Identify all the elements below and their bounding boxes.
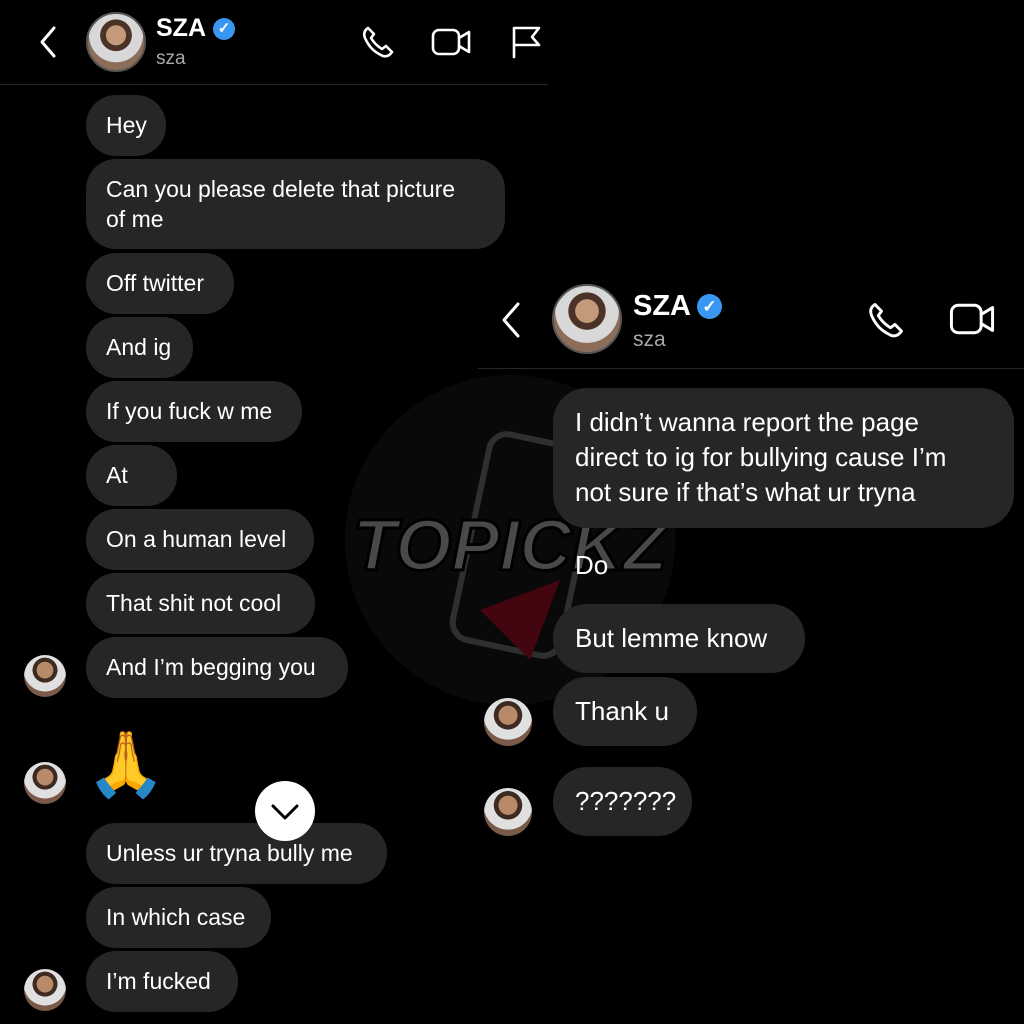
message-bubble: Do bbox=[575, 550, 609, 580]
message-bubble: Thank u bbox=[553, 677, 697, 746]
video-camera-icon[interactable] bbox=[430, 26, 472, 58]
phone-icon[interactable] bbox=[360, 24, 396, 60]
chat-header: SZA ✓ sza bbox=[0, 0, 548, 85]
contact-handle: sza bbox=[156, 48, 186, 69]
phone-icon[interactable] bbox=[866, 300, 906, 340]
praying-hands-emoji: 🙏 bbox=[86, 728, 166, 800]
avatar[interactable] bbox=[552, 284, 622, 354]
message-bubble: Hey bbox=[86, 95, 166, 156]
message-bubble: And ig bbox=[86, 317, 193, 378]
message-bubble: I didn’t wanna report the page direct to… bbox=[553, 388, 1014, 528]
contact-handle: sza bbox=[633, 328, 666, 351]
contact-name: SZA bbox=[156, 14, 206, 42]
right-chat-screenshot: SZA ✓ sza I didn’t wanna report the page… bbox=[478, 264, 1024, 864]
message-bubble: But lemme know bbox=[553, 604, 805, 673]
message-bubble: And I’m begging you bbox=[86, 637, 348, 698]
avatar bbox=[24, 969, 66, 1011]
contact-name: SZA bbox=[633, 290, 691, 322]
message-bubble: If you fuck w me bbox=[86, 381, 302, 442]
avatar bbox=[24, 762, 66, 804]
message-bubble: That shit not cool bbox=[86, 573, 315, 634]
message-bubble: At all bbox=[86, 445, 177, 549]
message-bubble: ??????? bbox=[553, 767, 692, 836]
chat-header: SZA ✓ sza bbox=[478, 264, 1024, 369]
back-chevron-icon[interactable] bbox=[498, 300, 526, 340]
message-bubble: I’m fucked bbox=[86, 951, 238, 1012]
verified-check-icon: ✓ bbox=[213, 18, 235, 40]
avatar[interactable] bbox=[86, 12, 146, 72]
message-bubble: In which case bbox=[86, 887, 271, 948]
avatar bbox=[484, 698, 532, 746]
message-bubble: Can you please delete that picture of me bbox=[86, 159, 505, 249]
video-camera-icon[interactable] bbox=[948, 300, 996, 338]
back-chevron-icon[interactable] bbox=[36, 24, 60, 60]
verified-check-icon: ✓ bbox=[697, 294, 722, 319]
chevron-down-icon bbox=[271, 804, 299, 820]
avatar bbox=[24, 655, 66, 697]
message-bubble: Unless ur tryna bully me bbox=[86, 823, 387, 884]
flag-icon[interactable] bbox=[508, 24, 544, 60]
message-bubble: Off twitter bbox=[86, 253, 234, 314]
left-chat-screenshot: SZA ✓ sza Hey Can you please delete that… bbox=[0, 0, 548, 1024]
message-bubble: On a human level bbox=[86, 509, 314, 570]
scroll-down-button[interactable] bbox=[255, 781, 315, 841]
avatar bbox=[484, 788, 532, 836]
